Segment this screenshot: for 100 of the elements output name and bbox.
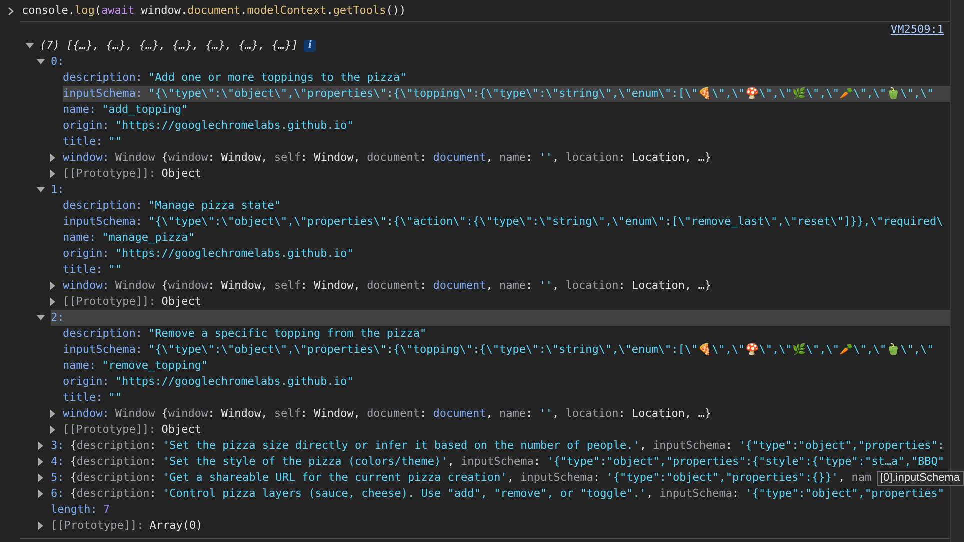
property-value: "{\"type\":\"object\",\"properties\":{\"topping\":{\"type\":\"string\",\"enum\":[\"🍕\",\"🍄\",\"🌿\",\"🥕\",\"🫑\",\" (148, 342, 934, 358)
property-key: title: (63, 134, 103, 150)
array-index: 1: (51, 182, 64, 198)
property-key: inputSchema: (63, 86, 142, 102)
array-summary: (7) [{…}, {…}, {…}, {…}, {…}, {…}, {…}] (40, 38, 298, 54)
tree-row[interactable]: title: "" (63, 262, 950, 278)
property-value: 7 (103, 502, 110, 518)
disclosure-triangle-icon[interactable] (37, 522, 45, 530)
tree-row[interactable]: name: "add_topping" (63, 102, 950, 118)
disclosure-triangle-icon[interactable] (37, 58, 45, 66)
tree-row[interactable]: 1: (51, 182, 950, 198)
property-value: "https://googlechromelabs.github.io" (115, 374, 354, 390)
property-value: "Manage pizza state" (148, 198, 281, 214)
disclosure-triangle-icon[interactable] (37, 442, 45, 450)
property-key: length: (51, 502, 98, 518)
property-key: [[Prototype]]: (51, 518, 144, 534)
object-preview: {description: 'Set the pizza size directly or infer it based on the number of people.', inputSchema: '{"type":"object","properties": (70, 438, 944, 454)
tree-row[interactable]: description: "Remove a specific topping from the pizza" (63, 326, 950, 342)
property-key: origin: (63, 374, 110, 390)
disclosure-triangle-icon[interactable] (49, 170, 57, 178)
tree-row[interactable]: name: "manage_pizza" (63, 230, 950, 246)
property-key: [[Prototype]]: (63, 166, 156, 182)
property-value: Array(0) (150, 518, 203, 534)
disclosure-triangle-icon[interactable] (49, 282, 57, 290)
tree-row[interactable]: origin: "https://googlechromelabs.github.io" (63, 246, 950, 262)
disclosure-triangle-icon[interactable] (49, 298, 57, 306)
disclosure-triangle-icon[interactable] (49, 426, 57, 434)
property-value: "{\"type\":\"object\",\"properties\":{\"topping\":{\"type\":\"string\",\"enum\":[\"🍕\",\"🍄\",\"🌿\",\"🥕\",\"🫑\",\" (148, 86, 934, 102)
property-key: [[Prototype]]: (63, 294, 156, 310)
property-value: Window {window: Window, self: Window, document: document, name: '', location: Location, …} (115, 278, 712, 294)
disclosure-triangle-icon[interactable] (49, 154, 57, 162)
array-index: 2: (51, 310, 64, 326)
tree-row[interactable]: description: "Add one or more toppings to the pizza" (63, 70, 950, 86)
property-key: description: (63, 198, 142, 214)
array-index: 6: (51, 486, 66, 502)
property-key: name: (63, 102, 96, 118)
tree-row[interactable]: title: "" (63, 134, 950, 150)
property-key: window: (63, 150, 110, 166)
property-value: "{\"type\":\"object\",\"properties\":{\"action\":{\"type\":\"string\",\"enum\":[\"remove_last\",\"reset\"]}},\"required\ (148, 214, 944, 230)
property-key: description: (63, 70, 142, 86)
tree-row[interactable]: origin: "https://googlechromelabs.github.io" (63, 118, 950, 134)
disclosure-triangle-icon[interactable] (37, 474, 45, 482)
property-value: Object (162, 422, 202, 438)
property-value: "Add one or more toppings to the pizza" (148, 70, 407, 86)
property-value: "https://googlechromelabs.github.io" (115, 246, 354, 262)
tree-row[interactable]: inputSchema: "{\"type\":\"object\",\"properties\":{\"topping\":{\"type\":\"string\",\"enum\":[\"🍕\",\"🍄\",\"🌿\",\"🥕\",\"🫑\",\" (63, 342, 950, 358)
info-badge[interactable]: i (304, 40, 316, 52)
property-key: description: (63, 326, 142, 342)
disclosure-triangle-icon[interactable] (37, 314, 45, 322)
source-link[interactable]: VM2509:1 (891, 22, 944, 38)
property-key: origin: (63, 246, 110, 262)
property-key: [[Prototype]]: (63, 422, 156, 438)
array-index: 0: (51, 54, 64, 70)
disclosure-triangle-icon[interactable] (37, 458, 45, 466)
object-preview: {description: 'Get a shareable URL for the current pizza creation', inputSchema: '{"type":"object","properties":{}}', nam (70, 470, 872, 486)
tree-row[interactable]: inputSchema: "{\"type\":\"object\",\"properties\":{\"topping\":{\"type\":\"string\",\"enum\":[\"🍕\",\"🍄\",\"🌿\",\"🥕\",\"🫑\",\" (63, 86, 950, 102)
property-value: "manage_pizza" (102, 230, 195, 246)
tree-row[interactable]: 0: (51, 54, 950, 70)
property-value: Object (162, 166, 202, 182)
property-value: Window {window: Window, self: Window, document: document, name: '', location: Location, …} (115, 150, 712, 166)
tree-row[interactable]: inputSchema: "{\"type\":\"object\",\"properties\":{\"action\":{\"type\":\"string\",\"enum\":[\"remove_last\",\"reset\"]}},\"required\ (63, 214, 950, 230)
object-preview: {description: 'Set the style of the pizza (colors/theme)', inputSchema: '{"type":"object","properties":{"style":{"type":"st…a","BBQ" (70, 454, 944, 470)
tree-row[interactable]: description: "Manage pizza state" (63, 198, 950, 214)
property-key: title: (63, 262, 103, 278)
property-value: "Remove a specific topping from the pizza" (148, 326, 427, 342)
property-key: title: (63, 390, 103, 406)
property-value: "" (108, 390, 122, 406)
property-value: "https://googlechromelabs.github.io" (115, 118, 354, 134)
tree-row[interactable]: name: "remove_topping" (63, 358, 950, 374)
tree-row[interactable]: 2: (51, 310, 950, 326)
property-value: Window {window: Window, self: Window, document: document, name: '', location: Location, …} (115, 406, 712, 422)
disclosure-triangle-icon[interactable] (37, 186, 45, 194)
tree-row[interactable]: 3: {description: 'Set the pizza size directly or infer it based on the number of people.', inputSchema: '{"type":"object","properties": (51, 438, 950, 454)
array-index: 3: (51, 438, 66, 454)
tooltip: [0].inputSchema (876, 471, 964, 486)
property-key: inputSchema: (63, 342, 142, 358)
property-key: name: (63, 230, 96, 246)
property-key: window: (63, 278, 110, 294)
property-value: "remove_topping" (102, 358, 208, 374)
property-value: "" (108, 134, 122, 150)
tree-row[interactable]: 6: {description: 'Control pizza layers (sauce, cheese). Use "add", "remove", or "toggle".', inputSchema: '{"type":"object","properties" (51, 486, 950, 502)
array-index: 4: (51, 454, 66, 470)
object-preview: {description: 'Control pizza layers (sauce, cheese). Use "add", "remove", or "toggle".', inputSchema: '{"type":"object","properties" (70, 486, 944, 502)
tree-row[interactable]: 4: {description: 'Set the style of the pizza (colors/theme)', inputSchema: '{"type":"object","properties":{"style":{"type":"st…a","BBQ" (51, 454, 950, 470)
prompt-chevron-icon (8, 6, 14, 16)
console-command: console.log(await window.document.modelContext.getTools()) (22, 3, 406, 19)
disclosure-triangle-icon[interactable] (26, 42, 34, 50)
disclosure-triangle-icon[interactable] (37, 490, 45, 498)
property-key: inputSchema: (63, 214, 142, 230)
tree-row[interactable]: title: "" (63, 390, 950, 406)
tree-row[interactable]: window: Window {window: Window, self: Window, document: document, name: '', location: Location, …} (63, 406, 950, 422)
tree-row[interactable]: window: Window {window: Window, self: Window, document: document, name: '', location: Location, …} (63, 278, 950, 294)
array-index: 5: (51, 470, 66, 486)
property-value: Object (162, 294, 202, 310)
property-value: "" (108, 262, 122, 278)
tree-row[interactable]: window: Window {window: Window, self: Window, document: document, name: '', location: Location, …} (63, 150, 950, 166)
tree-row[interactable]: origin: "https://googlechromelabs.github.io" (63, 374, 950, 390)
property-value: "add_topping" (102, 102, 188, 118)
disclosure-triangle-icon[interactable] (49, 410, 57, 418)
property-key: window: (63, 406, 110, 422)
